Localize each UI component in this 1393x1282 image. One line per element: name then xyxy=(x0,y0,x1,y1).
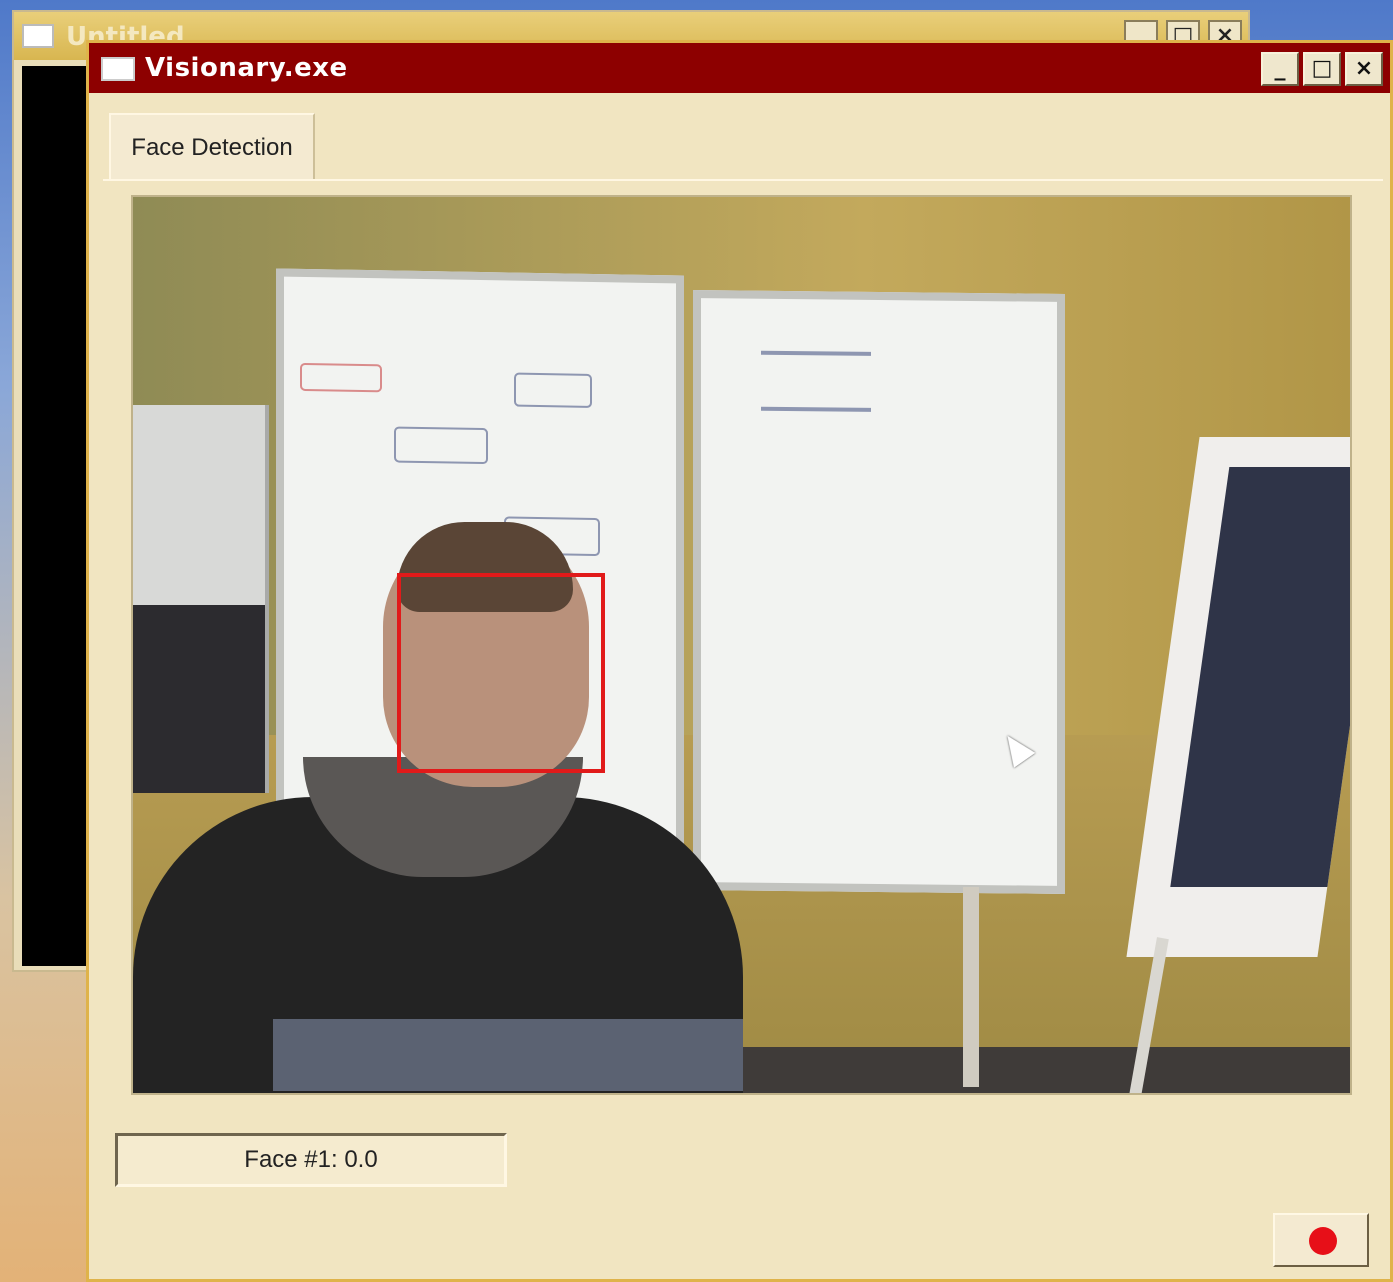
app-icon xyxy=(101,57,135,81)
face-detection-box xyxy=(397,573,605,773)
face-status-field: Face #1: 0.0 xyxy=(115,1133,507,1187)
minimize-button[interactable]: _ xyxy=(1261,52,1299,86)
visionary-window: Visionary.exe _ □ × Face Detection Face … xyxy=(86,40,1393,1282)
maximize-button[interactable]: □ xyxy=(1303,52,1341,86)
record-dot-icon xyxy=(1309,1227,1337,1255)
easel-poster xyxy=(1170,467,1350,887)
whiteboard-right xyxy=(693,290,1065,894)
sweater-stripe xyxy=(273,1019,743,1091)
whiteboard-drawing xyxy=(300,362,382,393)
poster-dark-panel xyxy=(133,605,265,793)
whiteboard-drawing xyxy=(394,426,488,465)
camera-feed xyxy=(131,195,1352,1095)
wall-poster xyxy=(133,405,269,793)
whiteboard-writing xyxy=(761,350,871,356)
window-titlebar[interactable]: Visionary.exe _ □ × xyxy=(89,43,1390,93)
tab-face-detection[interactable]: Face Detection xyxy=(109,113,315,179)
window-icon xyxy=(22,24,54,48)
window-title: Visionary.exe xyxy=(145,53,348,83)
whiteboard-drawing xyxy=(514,372,592,408)
whiteboard-stand xyxy=(963,887,979,1087)
whiteboard-writing xyxy=(761,406,871,412)
close-button[interactable]: × xyxy=(1345,52,1383,86)
tab-divider xyxy=(103,179,1383,181)
record-button[interactable] xyxy=(1273,1213,1369,1267)
